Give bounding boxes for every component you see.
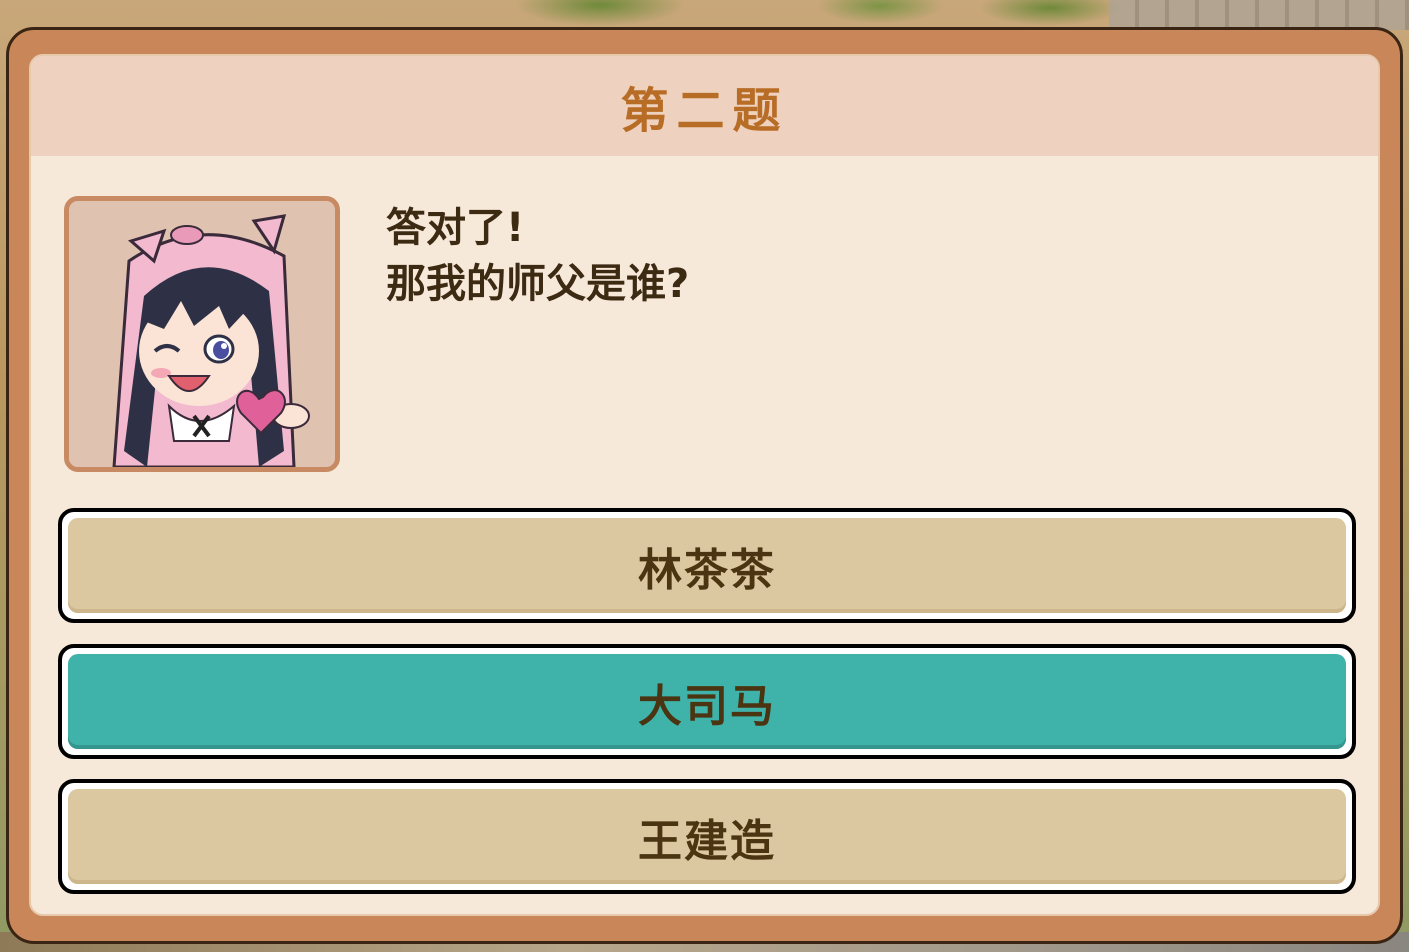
answer-option-1[interactable]: 林茶茶 — [58, 508, 1356, 623]
answer-option-3-label: 王建造 — [68, 789, 1346, 884]
world-pavement — [1109, 0, 1409, 30]
dialog-line-1: 答对了! — [386, 205, 525, 251]
answer-option-2-selected[interactable]: 大司马 — [58, 644, 1356, 759]
dialog-line-2: 那我的师父是谁? — [386, 261, 690, 307]
npc-dialog-text: 答对了! 那我的师父是谁? — [386, 200, 1326, 312]
npc-portrait — [64, 196, 340, 472]
quiz-title: 第二题 — [620, 83, 789, 139]
quiz-title-bar: 第二题 — [31, 56, 1378, 156]
answer-option-1-label: 林茶茶 — [68, 518, 1346, 613]
answer-option-2-label: 大司马 — [68, 654, 1346, 749]
quiz-panel: 第二题 答对了! 那我的师父是谁? 林茶茶 大司马 王建造 — [29, 54, 1380, 916]
quiz-dialog: 第二题 答对了! 那我的师父是谁? 林茶茶 大司马 王建造 — [6, 27, 1403, 944]
pig-hood-girl-portrait — [69, 201, 335, 467]
answer-option-3[interactable]: 王建造 — [58, 779, 1356, 894]
